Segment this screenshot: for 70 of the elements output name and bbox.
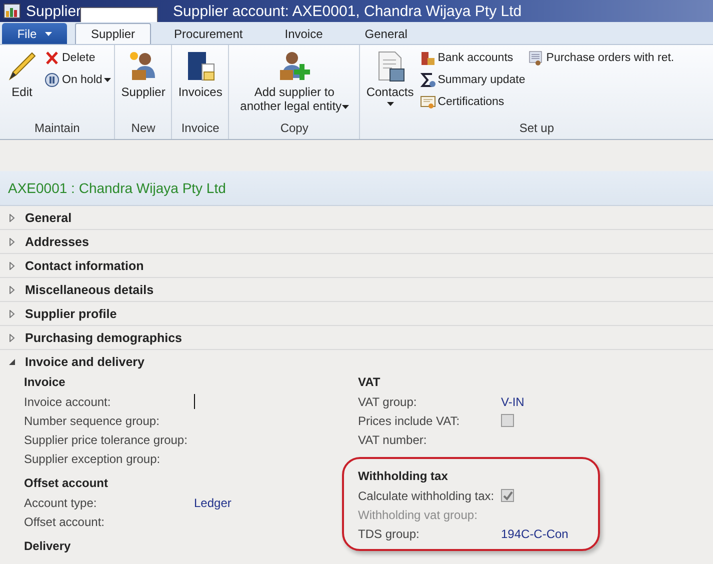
pencil-icon [6,50,38,82]
window-title: Supplier [26,2,82,20]
ribbon-tab[interactable]: Invoice [264,23,344,44]
ribbon-tab[interactable]: General [344,23,428,44]
ribbon-button[interactable]: Invoices [175,48,226,101]
ribbon-button[interactable]: Delete [44,48,112,67]
field-label: VAT group: [358,394,418,408]
field-label: TDS group: [358,526,420,540]
triangle-right-icon [8,262,16,270]
ribbon-button[interactable]: On hold [44,70,112,89]
section-header[interactable]: Addresses [0,230,713,253]
group-title: Withholding tax [358,468,449,485]
field-label: Calculate withholding tax: [358,488,496,502]
list-icon [528,50,544,66]
section-header[interactable]: Invoice and delivery [0,350,713,373]
field-label: Invoice account: [24,394,112,408]
field-label: Withholding vat group: [358,508,478,522]
section-header[interactable]: Miscellaneous details [0,278,713,301]
group-label: Copy [279,120,310,137]
section-header[interactable]: Purchasing demographics [0,326,713,349]
section-header[interactable]: General [0,206,713,229]
building-icon [420,50,436,66]
group-title: Offset account [24,475,110,492]
triangle-right-icon [8,238,16,246]
file-tab[interactable]: File [2,23,67,44]
ribbon-button[interactable]: Purchase orders with ret. [528,48,674,67]
field-label: Offset account: [24,514,106,528]
record-title: AXE0001 : Chandra Wijaya Pty Ltd [0,171,713,206]
field-value[interactable]: Ledger [194,496,232,510]
triangle-right-icon [8,310,16,318]
field-label: Prices include VAT: [358,414,461,428]
field-label: Account type: [24,496,98,510]
triangle-down-icon [8,358,16,366]
ribbon-button[interactable]: Certifications [420,92,526,111]
triangle-right-icon [8,214,16,222]
checkbox[interactable] [501,489,514,502]
ribbon-button[interactable]: Summary update [420,70,526,89]
field-label: Number sequence group: [24,414,160,428]
triangle-right-icon [8,334,16,342]
sigma-icon [420,72,436,88]
triangle-right-icon [8,286,16,294]
section-header[interactable]: Supplier profile [0,302,713,325]
field-label: VAT number: [358,432,428,446]
caret-icon [44,32,52,36]
pause-icon [44,72,60,88]
section-header[interactable]: Contact information [0,254,713,277]
ribbon-button[interactable]: Edit [3,48,41,101]
group-label: Invoice [180,120,220,137]
person-plus-icon [278,50,310,82]
group-title: Invoice [24,374,66,391]
field-value[interactable]: V-IN [501,394,524,408]
ribbon-button[interactable]: Supplier [118,48,168,101]
group-title: VAT [358,374,382,391]
certificate-icon [420,94,436,110]
app-icon [3,3,21,19]
field-label: Supplier price tolerance group: [24,432,188,446]
ribbon-button[interactable]: Add supplier to another legal entity [232,48,356,115]
field-label: Supplier exception group: [24,452,162,466]
group-title: Delivery [24,538,72,555]
ribbon-button[interactable]: Bank accounts [420,48,526,67]
checkbox[interactable] [501,414,514,427]
ribbon-tab[interactable]: Procurement [153,23,264,44]
group-label: Maintain [33,120,81,137]
field-value[interactable]: 194C-C-Con [501,526,568,540]
cross-icon [44,50,60,66]
group-label: Set up [518,120,556,137]
ribbon-tab[interactable]: Supplier [75,23,152,44]
window-title: Supplier account: AXE0001, Chandra Wijaya Pty Ltd [173,2,522,20]
group-label: New [130,120,156,137]
ribbon-button[interactable]: Contacts [363,48,417,108]
